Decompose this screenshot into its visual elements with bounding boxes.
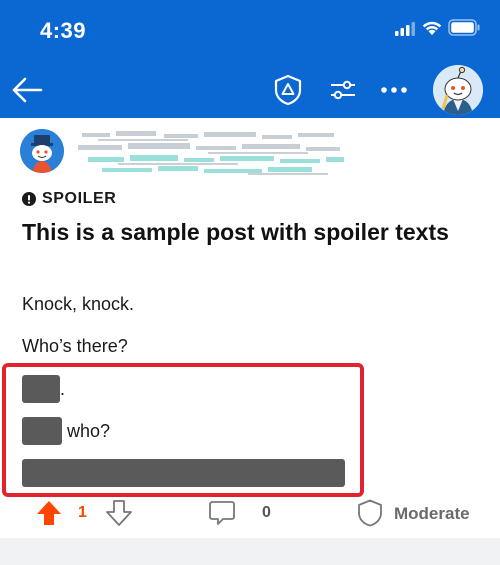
post-title: This is a sample post with spoiler texts [22,219,449,245]
cellular-signal-icon [395,22,415,36]
mod-shield-icon [274,74,302,106]
downvote-arrow-icon[interactable] [106,500,132,526]
snoo-avatar-icon [433,65,483,115]
post-body-line: Knock, knock. [22,294,135,314]
spoiler-row: . [22,375,65,403]
spoiler-tag: SPOILER [22,190,116,208]
status-time: 4:39 [40,18,87,43]
post-action-bar: 1 0 Moderate [0,494,500,534]
back-button[interactable] [8,71,46,109]
battery-icon [448,19,480,36]
more-options-button[interactable] [376,72,412,108]
comment-bubble-icon[interactable] [208,500,236,526]
upvote-arrow-icon[interactable] [36,500,62,526]
post-body-line: Who’s there? [22,336,128,356]
post-header [20,127,480,177]
moderate-button[interactable]: Moderate [394,504,470,524]
spoiler-row-suffix: who? [62,420,111,441]
filter-button[interactable] [325,72,361,108]
nav-bar [0,62,500,118]
spoiler-text-block[interactable] [22,417,62,445]
obscured-post-metadata [78,131,344,175]
mod-shield-outline-icon[interactable] [357,499,383,527]
subreddit-snoo-icon [20,129,64,173]
wifi-icon [422,21,442,35]
status-bar: 4:39 [0,0,500,62]
spoiler-row [22,459,345,487]
subreddit-avatar[interactable] [20,129,64,173]
spoiler-text-block[interactable] [22,375,60,403]
content-divider-strip [0,538,500,565]
spoiler-text-block[interactable] [22,459,345,487]
filter-sliders-icon [331,80,355,100]
back-arrow-icon [12,77,43,103]
spoiler-label: SPOILER [42,190,117,207]
vote-count: 1 [78,504,87,521]
user-avatar[interactable] [433,65,483,115]
mod-tools-button[interactable] [270,72,306,108]
exclamation-circle-icon [22,192,36,206]
spoiler-row: who? [22,417,110,445]
comment-count: 0 [262,504,271,521]
spoiler-row-suffix: . [60,378,66,399]
more-dots-icon [381,87,407,93]
